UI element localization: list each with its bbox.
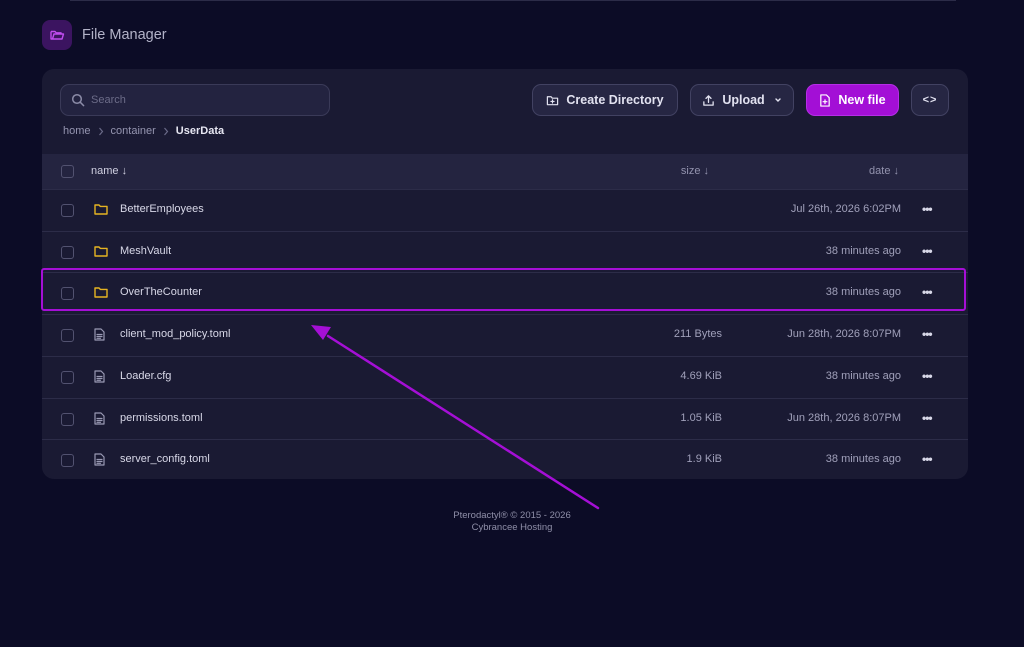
upload-icon	[703, 94, 715, 106]
column-header-size[interactable]: size ↓	[681, 165, 709, 177]
file-date: Jun 28th, 2026 8:07PM	[787, 411, 901, 424]
breadcrumb-container[interactable]: container	[111, 125, 156, 137]
row-checkbox[interactable]	[61, 245, 74, 259]
file-date: Jul 26th, 2026 6:02PM	[790, 203, 901, 215]
upload-button[interactable]: Upload	[690, 84, 794, 116]
file-name[interactable]: MeshVault	[120, 245, 171, 257]
file-icon	[94, 411, 105, 425]
row-checkbox[interactable]	[61, 287, 74, 301]
file-size: 1.9 KiB	[686, 453, 722, 466]
file-icon	[94, 328, 105, 341]
row-checkbox[interactable]	[61, 329, 74, 343]
chevron-right-icon	[98, 127, 104, 136]
file-date: 38 minutes ago	[825, 369, 901, 382]
table-row[interactable]: OverTheCounter 38 minutes ago •••	[42, 272, 968, 313]
more-actions-icon[interactable]: •••	[922, 327, 933, 341]
file-name[interactable]: permissions.toml	[120, 412, 203, 424]
more-actions-icon[interactable]: •••	[922, 452, 933, 466]
folder-open-icon	[42, 20, 72, 50]
file-size: 1.05 KiB	[680, 411, 722, 424]
more-actions-icon[interactable]: •••	[922, 285, 933, 299]
more-actions-icon[interactable]: •••	[922, 411, 933, 425]
file-manager-panel: Create Directory Upload New file <> home…	[42, 69, 968, 479]
new-file-button[interactable]: New file	[806, 84, 899, 116]
folder-icon	[94, 203, 108, 215]
column-header-name[interactable]: name ↓	[91, 165, 127, 177]
select-all-checkbox[interactable]	[61, 165, 74, 178]
table-row[interactable]: BetterEmployees Jul 26th, 2026 6:02PM •••	[42, 189, 968, 230]
footer: Pterodactyl® © 2015 - 2026 Cybrancee Hos…	[0, 510, 1024, 534]
table-row[interactable]: MeshVault 38 minutes ago •••	[42, 230, 968, 272]
breadcrumb-current: UserData	[175, 125, 225, 137]
table-row[interactable]: server_config.toml 1.9 KiB 38 minutes ago •…	[42, 439, 968, 480]
folder-icon	[94, 286, 108, 299]
row-checkbox[interactable]	[61, 454, 74, 468]
more-actions-icon[interactable]: •••	[922, 244, 933, 258]
page-title: File Manager	[82, 27, 167, 43]
create-directory-label: Create Directory	[566, 93, 664, 107]
file-size: 4.69 KiB	[680, 369, 722, 382]
file-name[interactable]: server_config.toml	[120, 453, 210, 465]
column-header-date[interactable]: date ↓	[869, 165, 899, 177]
search-input[interactable]	[91, 94, 329, 106]
file-date: 38 minutes ago	[825, 286, 901, 299]
new-file-label: New file	[838, 93, 886, 107]
footer-hosting: Cybrancee Hosting	[471, 522, 553, 533]
file-name[interactable]: OverTheCounter	[120, 286, 202, 298]
file-plus-icon	[820, 93, 831, 107]
search-icon	[71, 93, 85, 107]
page-header: File Manager	[42, 19, 167, 51]
upload-label: Upload	[722, 93, 765, 107]
table-header: name ↓ size ↓ date ↓	[42, 154, 968, 189]
row-checkbox[interactable]	[61, 370, 74, 384]
table-row[interactable]: client_mod_policy.toml 211 Bytes Jun 28th,…	[42, 314, 968, 355]
file-size: 211 Bytes	[673, 328, 722, 341]
code-view-toggle-button[interactable]: <>	[911, 84, 949, 116]
file-date: 38 minutes ago	[825, 453, 901, 466]
chevron-down-icon	[774, 98, 781, 102]
top-divider	[70, 0, 956, 1]
file-date: Jun 28th, 2026 8:07PM	[787, 328, 901, 341]
row-checkbox[interactable]	[61, 412, 74, 426]
file-icon	[94, 453, 105, 466]
breadcrumb-home[interactable]: home	[63, 125, 91, 137]
create-directory-button[interactable]: Create Directory	[532, 84, 678, 116]
more-actions-icon[interactable]: •••	[922, 202, 933, 216]
folder-plus-icon	[547, 95, 559, 105]
file-date: 38 minutes ago	[825, 244, 901, 257]
folder-icon	[94, 245, 108, 257]
file-name[interactable]: client_mod_policy.toml	[120, 328, 230, 340]
table-row[interactable]: Loader.cfg 4.69 KiB 38 minutes ago •••	[42, 355, 968, 397]
file-name[interactable]: Loader.cfg	[120, 370, 171, 382]
more-actions-icon[interactable]: •••	[922, 369, 933, 383]
table-row[interactable]: permissions.toml 1.05 KiB Jun 28th, 2026 8…	[42, 397, 968, 439]
code-icon: <>	[922, 94, 938, 106]
search-box[interactable]	[60, 84, 330, 116]
breadcrumb: home container UserData	[63, 125, 224, 137]
chevron-right-icon	[163, 127, 169, 136]
file-name[interactable]: BetterEmployees	[120, 203, 204, 215]
file-icon	[94, 370, 105, 383]
row-checkbox[interactable]	[61, 204, 74, 217]
footer-copyright: Pterodactyl® © 2015 - 2026	[453, 510, 571, 521]
